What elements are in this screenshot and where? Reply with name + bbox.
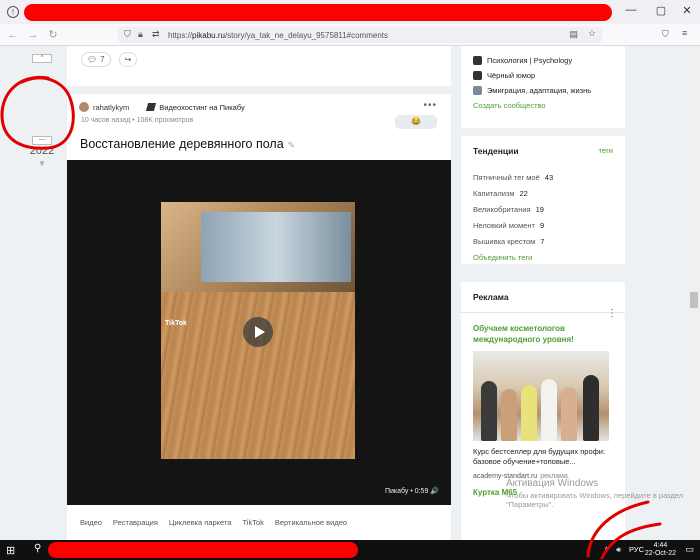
comments-button[interactable]: 💬︎ 7 [81,52,111,67]
reaction-button[interactable]: 😂 [395,115,437,129]
forward-icon[interactable]: → [23,29,43,41]
community-icon [473,56,482,65]
community-item[interactable]: Чёрный юмор [473,71,613,80]
post-meta: 10 часов назад • 108K просмотров [81,117,194,124]
pocket-icon[interactable]: ⛉ [662,29,669,40]
ad-image[interactable] [473,351,609,441]
create-community-link[interactable]: Создать сообщество [473,101,613,110]
post-tags: Видео Реставрация Циклевка паркета TikTo… [80,518,347,527]
bookmark-star-icon[interactable]: ☆ [588,28,596,39]
tiktok-watermark: TikTok [165,320,187,327]
clock[interactable]: 4:44 22-Oct-22 [645,542,676,558]
tag-link[interactable]: Циклевка паркета [169,518,232,527]
community-item[interactable]: Эмиграция, адаптация, жизнь [473,86,613,95]
avatar[interactable] [79,102,89,112]
community-icon [473,86,482,95]
trends-title: Тенденции [473,146,519,156]
merge-tags-link[interactable]: Объединить теги [473,253,613,262]
share-button[interactable]: ↪ [118,52,138,67]
video-frame: TikTok [161,202,355,459]
ad-menu-icon[interactable]: ⋮ [607,308,617,319]
taskbar: ⊞ ⚲ ^ 🔊︎ РУС 4:44 22-Oct-22 ▭ [0,540,700,560]
comment-icon: 💬︎ [87,55,98,64]
left-gutter: ^ ▲ 2022 ▼ — [0,46,62,540]
tray-chevron-icon[interactable]: ^ [605,545,609,555]
expand-button[interactable]: — [32,136,52,145]
close-button[interactable]: ✕ [678,4,696,17]
back-icon[interactable]: ← [3,29,23,41]
ad-description[interactable]: Курс бестселлер для будущих профи: базов… [473,447,613,467]
redacted-tab-title [24,4,612,21]
community-name[interactable]: Видеохостинг на Пикабу [159,103,244,112]
url-bar[interactable]: ⛉ 🔒︎ ⇄ https://pikabu.ru/story/ya_tak_ne… [118,27,602,43]
system-tray: ^ 🔊︎ РУС [605,545,644,555]
reader-view-icon[interactable]: ▤ [569,29,578,40]
trend-item[interactable]: Великобритания 19 [473,205,613,214]
main-feed: 💬︎ 7 ↪ rahatlykym Видеохостинг на Пикабу… [67,46,451,540]
community-icon [473,71,482,80]
post-menu-icon[interactable]: ••• [423,100,437,111]
tag-link[interactable]: Видео [80,518,102,527]
trend-item[interactable]: Неловкий момент 9 [473,221,613,230]
downvote-icon[interactable]: ▼ [28,159,56,168]
volume-icon[interactable]: 🔊︎ [616,545,621,555]
lock-icon[interactable]: 🔒︎ [138,29,143,40]
windows-start-icon[interactable]: ⊞ [6,544,15,557]
menu-icon[interactable]: ≡ [682,28,687,38]
browser-title-bar: ! — ▢ ✕ [0,0,700,24]
author-name[interactable]: rahatlykym [93,103,129,112]
comments-count: 7 [100,55,105,64]
shield-icon[interactable]: ⛉ [124,29,131,40]
community-item[interactable]: Психология | Psychology [473,56,613,65]
communities-card: Психология | Psychology Чёрный юмор Эмиг… [461,46,625,128]
search-icon[interactable]: ⚲ [34,543,41,554]
permissions-icon[interactable]: ⇄ [152,29,160,40]
trends-card: Тенденции теги Пятничный тег моё 43 Капит… [461,136,625,264]
reload-icon[interactable]: ↻ [43,28,63,41]
video-player[interactable]: TikTok Пикабу • 0:59 🔊 [67,160,451,505]
post-title[interactable]: Восстановление деревянного пола ✎ [80,137,295,151]
tag-link[interactable]: TikTok [242,518,263,527]
previous-post-actions: 💬︎ 7 ↪ [81,52,138,67]
redacted-taskbar-items [48,542,358,558]
share-icon: ↪ [124,55,132,64]
collapse-button[interactable]: ^ [32,54,52,63]
maximize-button[interactable]: ▢ [652,4,670,17]
play-icon[interactable] [243,317,273,347]
notifications-icon[interactable]: ▭ [685,544,694,555]
tags-link[interactable]: теги [599,146,613,155]
ad-headline[interactable]: Обучаем косметологов международного уров… [473,323,613,345]
community-icon [146,103,157,111]
language-indicator[interactable]: РУС [629,545,644,555]
windows-activation-watermark: Активация Windows Чтобы активировать Win… [506,478,684,509]
page-scrollbar[interactable] [688,46,700,540]
trend-item[interactable]: Вышивка крестом 7 [473,237,613,246]
video-duration-badge: Пикабу • 0:59 🔊 [384,488,439,495]
tab-info-icon[interactable]: ! [7,6,19,18]
url-text: https://pikabu.ru/story/ya_tak_ne_delayu… [168,30,389,40]
trend-item[interactable]: Капитализм 22 [473,189,613,198]
post-author-row: rahatlykym Видеохостинг на Пикабу [79,102,245,112]
vote-count: 2022 [29,145,55,157]
ad-title: Реклама [473,292,509,302]
edit-icon: ✎ [287,140,296,150]
minimize-button[interactable]: — [622,4,640,16]
navigation-toolbar: ← → ↻ ⛉ 🔒︎ ⇄ https://pikabu.ru/story/ya_… [0,24,700,46]
post-card: rahatlykym Видеохостинг на Пикабу 10 час… [67,86,451,540]
post-title-text: Восстановление деревянного пола [80,137,284,151]
scrollbar-thumb[interactable] [690,292,698,308]
tag-link[interactable]: Вертикальное видео [275,518,347,527]
trend-item[interactable]: Пятничный тег моё 43 [473,173,613,182]
tag-link[interactable]: Реставрация [113,518,158,527]
